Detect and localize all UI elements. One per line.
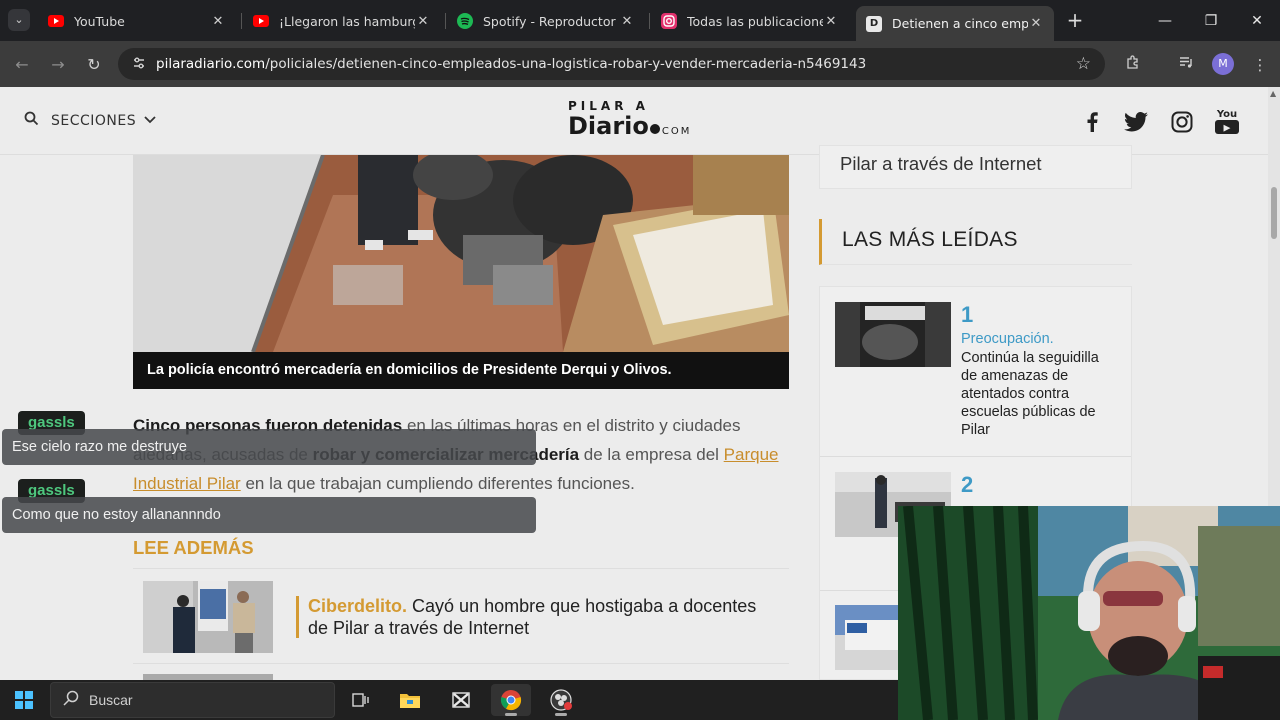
restore-icon[interactable]: ❐ [1188,0,1234,41]
url-text: pilaradiario.com/policiales/detienen-cin… [156,56,1076,72]
close-tab-icon[interactable]: ✕ [415,14,431,29]
windows-taskbar: Buscar [0,680,898,720]
webcam-overlay [898,506,1280,720]
sidebar-top-card[interactable]: Pilar a través de Internet [819,145,1132,189]
close-tab-icon[interactable]: ✕ [823,14,839,29]
body-text: en la que trabajan cumpliendo diferentes… [240,474,635,493]
file-explorer-icon[interactable] [390,684,430,716]
taskbar-search[interactable]: Buscar [50,682,335,718]
forward-arrow-icon[interactable]: → [46,53,70,77]
youtube-logo-text: You [1216,109,1238,120]
site-logo[interactable]: PILAR A Diario COM [568,99,708,145]
tab-title: YouTube [74,13,125,29]
scroll-up-icon[interactable]: ▲ [1270,89,1276,98]
tab-youtube[interactable]: YouTube ✕ [38,6,236,36]
tab-spotify[interactable]: Spotify - Reproductor we ✕ [447,6,645,36]
site-settings-icon[interactable] [132,56,152,73]
search-icon[interactable] [24,111,39,130]
close-tab-icon[interactable]: ✕ [619,14,635,29]
related-headline[interactable]: Ciberdelito. Cayó un hombre que hostigab… [296,595,776,639]
browser-toolbar: ← → ↻ pilaradiario.com/policiales/detien… [0,41,1280,87]
related-kicker: Ciberdelito. [308,596,408,616]
instagram-icon [661,13,677,29]
rank-number: 1 [961,302,974,327]
windows-start-icon[interactable] [15,691,33,709]
tab-instagram[interactable]: Todas las publicaciones - ✕ [651,6,849,36]
capcut-icon[interactable] [441,684,481,716]
chat-message: Como que no estoy allanannndo [2,497,536,533]
tab-title: Todas las publicaciones - [687,13,823,29]
profile-avatar[interactable]: M [1212,53,1234,75]
search-icon [63,690,79,710]
new-tab-button[interactable]: + [1064,9,1086,31]
svg-text:▶: ▶ [1224,124,1231,134]
chat-message: Ese cielo razo me destruye [2,429,536,465]
youtube-icon[interactable]: You ▶ [1214,109,1240,135]
chevron-down-icon [144,114,156,127]
rank-number: 2 [961,472,974,497]
minimize-icon[interactable]: — [1142,0,1188,41]
more-menu-icon[interactable]: ⋮ [1248,53,1272,77]
item-kicker: Preocupación. [961,331,1054,347]
logo-main-text: Diario [568,112,649,140]
close-tab-icon[interactable]: ✕ [210,14,226,29]
youtube-icon [48,13,64,29]
extensions-icon[interactable] [1121,53,1145,77]
reload-icon[interactable]: ↻ [82,53,106,77]
sidebar-top-card-text: Pilar a través de Internet [840,153,1042,174]
youtube-icon [253,13,269,29]
task-view-icon[interactable] [340,684,380,716]
address-bar[interactable]: pilaradiario.com/policiales/detienen-cin… [118,48,1105,80]
mas-leidas-heading: LAS MÁS LEÍDAS [819,219,1132,265]
list-item[interactable]: 1 Preocupación. Continúa la seguidilla d… [820,287,1131,457]
tab-pilar-diario[interactable]: D Detienen a cinco emplea ✕ [856,6,1054,41]
article-thumbnail[interactable] [835,302,951,367]
related-article[interactable]: Ciberdelito. Cayó un hombre que hostigab… [133,568,789,664]
tab-title: ¡Llegaron las hamburgue [279,13,415,29]
facebook-icon[interactable] [1079,109,1105,135]
sections-menu[interactable]: SECCIONES [24,111,156,130]
tab-hamburguesas[interactable]: ¡Llegaron las hamburgue ✕ [243,6,441,36]
item-headline[interactable]: Continúa la seguidilla de amenazas de at… [961,349,1111,439]
tab-search-button[interactable]: ⌄ [8,9,30,31]
related-thumbnail[interactable] [143,581,273,653]
sections-label: SECCIONES [51,112,137,129]
tab-title: Spotify - Reproductor we [483,13,619,29]
scroll-thumb[interactable] [1271,187,1277,239]
close-window-icon[interactable]: ✕ [1234,0,1280,41]
diario-icon: D [866,15,882,32]
tab-strip: ⌄ YouTube ✕ ¡Llegaron las hamburgue ✕ Sp… [0,0,1280,41]
back-arrow-icon[interactable]: ← [10,53,34,77]
chrome-icon[interactable] [491,684,531,716]
twitter-icon[interactable] [1123,109,1149,135]
url-path: /policiales/detienen-cinco-empleados-una… [265,56,867,72]
bookmark-star-icon[interactable]: ☆ [1076,54,1091,74]
spotify-icon [457,13,473,29]
search-label: Buscar [89,692,133,708]
close-tab-icon[interactable]: ✕ [1028,16,1044,31]
tab-title: Detienen a cinco emplea [892,16,1028,31]
logo-top-text: PILAR A [568,99,649,113]
article-photo [133,155,789,352]
logo-com-text: COM [661,126,692,137]
url-host: pilaradiario.com [156,56,266,72]
body-text: de la empresa del [579,445,724,464]
lee-ademas-heading: LEE ADEMÁS [133,537,254,558]
instagram-icon[interactable] [1169,109,1195,135]
photo-caption: La policía encontró mercadería en domici… [133,352,789,389]
media-control-icon[interactable] [1174,53,1198,77]
obs-icon[interactable] [541,684,581,716]
